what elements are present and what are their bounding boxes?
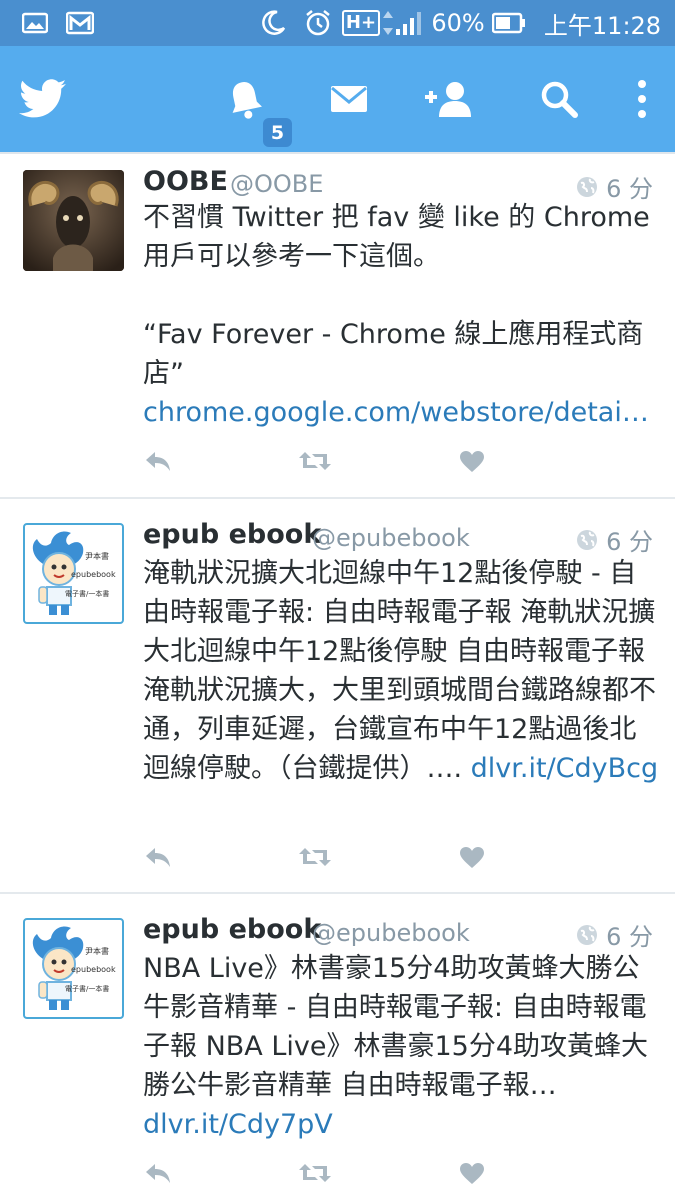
like-heart-icon[interactable] <box>457 844 487 870</box>
tweet-author-handle[interactable]: @epubebook <box>312 524 470 552</box>
reply-icon[interactable] <box>143 1160 173 1186</box>
twitter-bird-icon[interactable] <box>12 46 74 152</box>
tweet-link[interactable]: chrome.google.com/webstore/detai… <box>143 397 649 428</box>
do-not-disturb-moon-icon <box>258 0 288 46</box>
battery-icon <box>490 0 528 46</box>
tweet-link[interactable]: dlvr.it/Cdy7pV <box>143 1109 333 1140</box>
tweet-body: 淹軌狀況擴大北迴線中午12點後停駛 - 自由時報電子報: 自由時報電子報 淹軌狀… <box>143 558 656 784</box>
like-heart-icon[interactable] <box>457 1160 487 1186</box>
alarm-clock-icon <box>302 0 334 46</box>
avatar[interactable]: 尹本書 epubebook 電子書/一本書 <box>23 523 124 624</box>
avatar-caption-3: 電子書/一本書 <box>65 590 110 598</box>
tweet-text: 淹軌狀況擴大北迴線中午12點後停駛 - 自由時報電子報: 自由時報電子報 淹軌狀… <box>143 554 663 788</box>
tweet-time: 6 分 <box>606 923 653 951</box>
tweet[interactable]: 尹本書 epubebook 電子書/一本書 epub ebook @epubeb… <box>0 499 675 893</box>
signal-strength-icon <box>392 0 424 46</box>
reply-icon[interactable] <box>143 844 173 870</box>
gmail-notification-icon <box>65 0 95 46</box>
globe-icon <box>577 176 598 197</box>
avatar[interactable]: 尹本書 epubebook 電子書/一本書 <box>23 918 124 1019</box>
reply-icon[interactable] <box>143 448 173 474</box>
avatar-caption-1: 尹本書 <box>85 947 109 956</box>
tweet-timestamp: 6 分 <box>576 522 653 557</box>
tweet-body: NBA Live》林書豪15分4助攻黃蜂大勝公牛影音精華 - 自由時報電子報: … <box>143 953 649 1101</box>
messages-envelope-icon[interactable] <box>322 46 376 152</box>
notification-count-badge: 5 <box>263 118 292 147</box>
search-icon[interactable] <box>532 46 586 152</box>
retweet-icon[interactable] <box>297 448 333 474</box>
network-type-icon: H+ <box>341 0 381 46</box>
tweet-time: 6 分 <box>606 528 653 556</box>
avatar-caption-2: epubebook <box>71 965 116 974</box>
tweet[interactable]: OOBE @OOBE 6 分 不習慣 Twitter 把 fav 變 like … <box>0 154 675 498</box>
tweet[interactable]: 尹本書 epubebook 電子書/一本書 epub ebook @epubeb… <box>0 894 675 1200</box>
tweet-author-name[interactable]: epub ebook <box>143 914 321 945</box>
tweet-text: NBA Live》林書豪15分4助攻黃蜂大勝公牛影音精華 - 自由時報電子報: … <box>143 949 663 1144</box>
tweet-text: 不習慣 Twitter 把 fav 變 like 的 Chrome 用戶可以參考… <box>143 198 663 432</box>
avatar-caption-2: epubebook <box>71 570 116 579</box>
like-heart-icon[interactable] <box>457 448 487 474</box>
tweet-timestamp: 6 分 <box>576 917 653 952</box>
avatar[interactable] <box>23 170 124 271</box>
overflow-menu-icon[interactable] <box>622 46 662 152</box>
battery-percent: 60% <box>431 9 485 37</box>
status-bar: H+ 60% 上午11:28 <box>0 0 675 46</box>
tweet-author-name[interactable]: OOBE <box>143 166 228 197</box>
tweet-link[interactable]: dlvr.it/CdyBcg <box>471 753 658 784</box>
globe-icon <box>577 924 598 945</box>
clock: 上午11:28 <box>543 11 662 40</box>
tweet-author-name[interactable]: epub ebook <box>143 519 321 550</box>
network-type-label: H+ <box>341 10 381 36</box>
retweet-icon[interactable] <box>297 844 333 870</box>
tweet-author-handle[interactable]: @OOBE <box>230 170 323 198</box>
gallery-notification-icon <box>20 0 50 46</box>
app-bar: 5 <box>0 46 675 152</box>
add-user-icon[interactable] <box>418 46 480 152</box>
avatar-caption-1: 尹本書 <box>85 552 109 561</box>
retweet-icon[interactable] <box>297 1160 333 1186</box>
tweet-body: 不習慣 Twitter 把 fav 變 like 的 Chrome 用戶可以參考… <box>143 202 650 389</box>
globe-icon <box>577 529 598 550</box>
tweet-author-handle[interactable]: @epubebook <box>312 919 470 947</box>
avatar-caption-3: 電子書/一本書 <box>65 985 110 993</box>
